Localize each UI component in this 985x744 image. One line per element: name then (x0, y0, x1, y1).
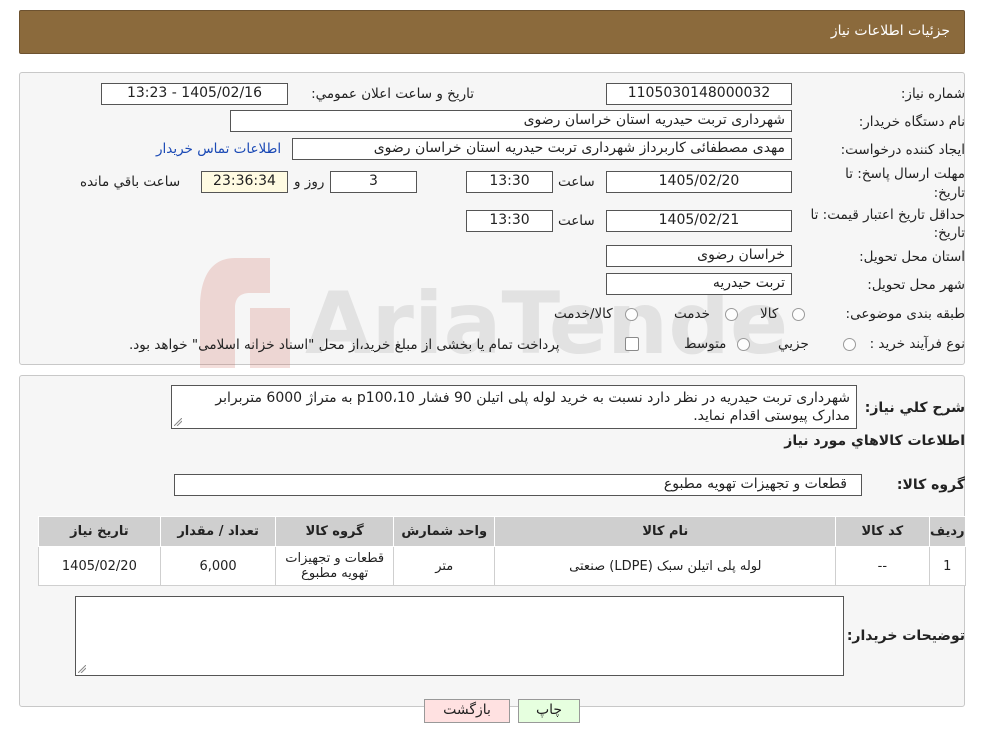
creator-field: مهدی مصطفائی کاربرداز شهرداری تربت حیدری… (292, 138, 792, 160)
goods-group-field: قطعات و تجهیزات تهویه مطبوع (174, 474, 862, 496)
buyer-contact-link[interactable]: اطلاعات تماس خريدار (156, 141, 281, 157)
need-number-field: 1105030148000032 (606, 83, 792, 105)
creator-label: ايجاد کننده درخواست: (840, 142, 965, 158)
validity-date-field: 1405/02/21 (606, 210, 792, 232)
process-label: نوع فرآيند خريد : (869, 336, 965, 352)
remaining-time-field: 23:36:34 (201, 171, 288, 193)
description-field[interactable]: شهرداری تربت حیدریه در نظر دارد نسبت به … (171, 385, 857, 429)
col-name: نام کالا (494, 516, 837, 547)
process-option-minor: جزيي (778, 336, 809, 352)
category-radio-goods[interactable] (792, 308, 805, 321)
deadline-label-1: مهلت ارسال پاسخ: تا (845, 166, 965, 182)
buyer-org-label: نام دستگاه خريدار: (858, 114, 965, 130)
remaining-label: ساعت باقي مانده (80, 174, 181, 190)
category-label: طبقه بندی موضوعی: (845, 306, 965, 322)
validity-time-label: ساعت (558, 213, 595, 229)
process-option-medium: متوسط (684, 336, 727, 352)
announce-field: 1405/02/16 - 13:23 (101, 83, 288, 105)
cell-group: قطعات و تجهیزات تهویه مطبوع (275, 546, 395, 586)
province-field: خراسان رضوی (606, 245, 792, 267)
validity-label-2: تاريخ: (933, 225, 965, 241)
col-date: تاريخ نياز (38, 516, 161, 547)
category-option-goods-service: کالا/خدمت (554, 306, 613, 322)
validity-time-field: 13:30 (466, 210, 553, 232)
days-field: 3 (330, 171, 417, 193)
resize-grip-icon (174, 418, 182, 426)
city-label: شهر محل تحويل: (867, 277, 965, 293)
col-unit: واحد شمارش (393, 516, 496, 547)
category-option-service: خدمت (674, 306, 710, 322)
col-row: رديف (928, 516, 966, 547)
resize-grip-icon (78, 665, 86, 673)
process-radio-medium[interactable] (737, 338, 750, 351)
cell-qty: 6,000 (159, 546, 277, 586)
goods-section-title: اطلاعات کالاهاي مورد نياز (784, 433, 965, 449)
need-number-label: شماره نیاز: (900, 86, 965, 102)
back-button[interactable]: بازگشت (424, 699, 510, 723)
page-header: جزئیات اطلاعات نیاز (19, 10, 965, 54)
deadline-time-label: ساعت (558, 174, 595, 190)
deadline-date-field: 1405/02/20 (606, 171, 792, 193)
deadline-time-field: 13:30 (466, 171, 553, 193)
description-text: شهرداری تربت حیدریه در نظر دارد نسبت به … (215, 390, 850, 424)
cell-code: -- (835, 546, 930, 586)
announce-label: تاریخ و ساعت اعلان عمومي: (311, 86, 474, 102)
process-radio-minor[interactable] (843, 338, 856, 351)
validity-label-1: حداقل تاريخ اعتبار قيمت: تا (810, 207, 965, 223)
buyer-org-field: شهرداری تربت حیدریه استان خراسان رضوی (230, 110, 792, 132)
print-button[interactable]: چاپ (518, 699, 580, 723)
category-option-goods: کالا (760, 306, 779, 322)
cell-unit: متر (393, 546, 496, 586)
treasury-note: پرداخت تمام يا بخشی از مبلغ خريد،از محل … (129, 337, 560, 353)
table-row[interactable]: 1 -- لوله پلی اتیلن سبک (LDPE) صنعتی متر… (38, 546, 966, 586)
cell-date: 1405/02/20 (38, 546, 161, 586)
col-group: گروه کالا (275, 516, 395, 547)
goods-group-label: گروه کالا: (896, 477, 965, 493)
treasury-checkbox[interactable] (625, 337, 639, 351)
description-label: شرح کلي نياز: (864, 400, 965, 416)
col-code: کد کالا (835, 516, 930, 547)
city-field: تربت حیدریه (606, 273, 792, 295)
category-radio-goods-service[interactable] (625, 308, 638, 321)
deadline-label-2: تاريخ: (933, 185, 965, 201)
cell-row: 1 (928, 546, 966, 586)
buyer-notes-field[interactable] (75, 596, 844, 676)
items-table-wrapper: رديف کد کالا نام کالا واحد شمارش گروه کا… (38, 516, 966, 586)
province-label: استان محل تحويل: (859, 249, 965, 265)
goods-group-value: قطعات و تجهیزات تهویه مطبوع (663, 476, 847, 492)
col-qty: تعداد / مقدار (159, 516, 277, 547)
page-title: جزئیات اطلاعات نیاز (830, 23, 950, 39)
category-radio-service[interactable] (725, 308, 738, 321)
buyer-notes-label: توضيحات خريدار: (846, 628, 965, 644)
cell-name: لوله پلی اتیلن سبک (LDPE) صنعتی (494, 546, 837, 586)
items-table-header: رديف کد کالا نام کالا واحد شمارش گروه کا… (38, 516, 966, 547)
days-label: روز و (294, 174, 325, 190)
items-table: رديف کد کالا نام کالا واحد شمارش گروه کا… (38, 516, 966, 586)
